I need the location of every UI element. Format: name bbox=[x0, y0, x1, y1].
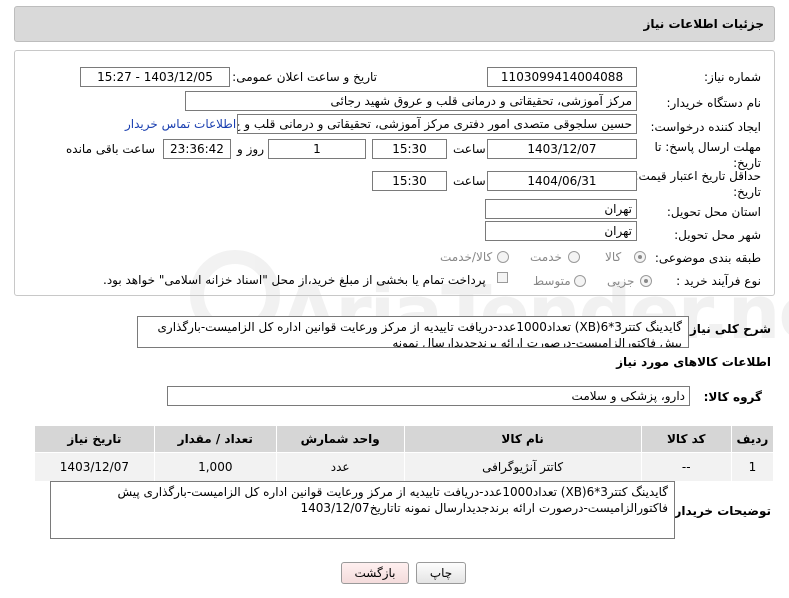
category-radio-service[interactable] bbox=[568, 251, 580, 263]
table-row: 1 -- کاتتر آنژیوگرافی عدد 1,000 1403/12/… bbox=[34, 452, 775, 482]
category-option-both: کالا/خدمت bbox=[440, 250, 493, 264]
goods-table: ردیف کد کالا نام کالا واحد شمارش تعداد /… bbox=[34, 425, 775, 482]
deadline-date-field: 1403/12/07 bbox=[487, 139, 637, 159]
buyer-notes-label: توضیحات خریدار: bbox=[669, 504, 771, 518]
buyer-notes-textarea[interactable]: گایدینگ کتتر3*6(XB) تعداد1000عدد-دریافت … bbox=[50, 481, 675, 539]
goods-table-header: ردیف کد کالا نام کالا واحد شمارش تعداد /… bbox=[34, 425, 775, 453]
province-label: استان محل تحویل: bbox=[666, 205, 761, 219]
category-radio-goods[interactable] bbox=[634, 251, 646, 263]
cell-date: 1403/12/07 bbox=[34, 452, 155, 482]
back-button[interactable]: بازگشت bbox=[341, 562, 409, 584]
city-field: تهران bbox=[485, 221, 637, 241]
col-date: تاریخ نیاز bbox=[34, 425, 155, 453]
process-label: نوع فرآیند خرید : bbox=[676, 274, 761, 288]
category-radio-both[interactable] bbox=[497, 251, 509, 263]
announce-label: تاریخ و ساعت اعلان عمومی: bbox=[232, 70, 377, 84]
province-field: تهران bbox=[485, 199, 637, 219]
cell-row: 1 bbox=[730, 452, 775, 482]
creator-field: حسین سلجوقی متصدی امور دفتری مرکز آموزشی… bbox=[237, 114, 637, 134]
buyer-label: نام دستگاه خریدار: bbox=[666, 96, 762, 110]
creator-label: ایجاد کننده درخواست: bbox=[650, 120, 761, 134]
col-unit: واحد شمارش bbox=[275, 425, 405, 453]
goods-group-label: گروه کالا: bbox=[703, 390, 762, 404]
goods-group-field: دارو، پزشکی و سلامت bbox=[167, 386, 690, 406]
cell-code: -- bbox=[640, 452, 732, 482]
col-row: ردیف bbox=[730, 425, 775, 453]
col-name: نام کالا bbox=[403, 425, 642, 453]
remaining-label: ساعت باقی مانده bbox=[66, 142, 156, 156]
category-label: طبقه بندی موضوعی: bbox=[654, 251, 761, 265]
days-field: 1 bbox=[268, 139, 366, 159]
print-button[interactable]: چاپ bbox=[416, 562, 466, 584]
page-header: جزئیات اطلاعات نیاز bbox=[14, 6, 775, 42]
deadline-time-label: ساعت bbox=[453, 142, 486, 156]
contact-info-link[interactable]: اطلاعات تماس خریدار bbox=[125, 117, 236, 131]
city-label: شهر محل تحویل: bbox=[674, 228, 761, 242]
summary-textarea[interactable]: گایدینگ کتتر3*6(XB) تعداد1000عدد-دریافت … bbox=[137, 316, 689, 348]
col-code: کد کالا bbox=[640, 425, 732, 453]
process-option-minor: جزیی bbox=[607, 274, 635, 288]
cell-unit: عدد bbox=[275, 452, 405, 482]
announce-field: 1403/12/05 - 15:27 bbox=[80, 67, 230, 87]
need-number-label: شماره نیاز: bbox=[704, 70, 761, 84]
process-radio-medium[interactable] bbox=[574, 275, 586, 287]
remaining-time-field: 23:36:42 bbox=[163, 139, 231, 159]
buyer-field: مرکز آموزشی، تحقیقاتی و درمانی قلب و عرو… bbox=[185, 91, 637, 111]
cell-qty: 1,000 bbox=[153, 452, 277, 482]
category-option-goods: کالا bbox=[605, 250, 622, 264]
page-title: جزئیات اطلاعات نیاز bbox=[643, 17, 764, 31]
cell-name: کاتتر آنژیوگرافی bbox=[403, 452, 642, 482]
need-number-field: 1103099414004088 bbox=[487, 67, 637, 87]
process-radio-minor[interactable] bbox=[640, 275, 652, 287]
col-qty: تعداد / مقدار bbox=[153, 425, 277, 453]
deadline-time-field: 15:30 bbox=[372, 139, 447, 159]
category-option-service: خدمت bbox=[530, 250, 562, 264]
validity-time-field: 15:30 bbox=[372, 171, 447, 191]
treasury-checkbox[interactable] bbox=[497, 272, 508, 283]
goods-section-title: اطلاعات کالاهای مورد نیاز bbox=[616, 355, 771, 369]
validity-date-field: 1404/06/31 bbox=[487, 171, 637, 191]
deadline-label: مهلت ارسال پاسخ: تا تاریخ: bbox=[654, 140, 761, 170]
payment-note: پرداخت تمام یا بخشی از مبلغ خرید،از محل … bbox=[103, 273, 486, 287]
validity-label: حداقل تاریخ اعتبار قیمت: تا تاریخ: bbox=[623, 169, 761, 199]
summary-label: شرح کلی نیاز: bbox=[685, 322, 771, 336]
process-option-medium: متوسط bbox=[533, 274, 571, 288]
days-label: روز و bbox=[237, 142, 264, 156]
validity-time-label: ساعت bbox=[453, 174, 486, 188]
